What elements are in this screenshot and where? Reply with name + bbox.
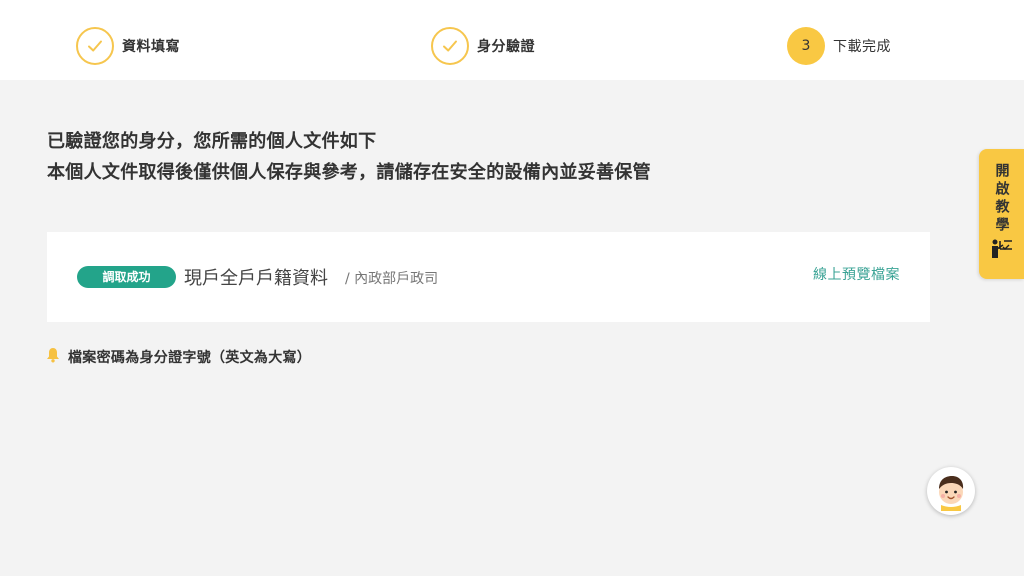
assistant-avatar-icon[interactable] [927, 467, 975, 515]
progress-stepper: 資料填寫 身分驗證 3 下載完成 [0, 0, 1024, 80]
presentation-icon [990, 235, 1014, 263]
check-icon [431, 27, 469, 65]
document-card: 調取成功 現戶全戶戶籍資料 / 內政部戶政司 線上預覽檔案 [47, 232, 930, 322]
status-badge: 調取成功 [77, 266, 176, 288]
document-name: 現戶全戶戶籍資料 [184, 268, 328, 289]
verified-text: 已驗證您的身分，您所需的個人文件如下 [47, 131, 377, 152]
tutorial-label: 開啟教學 [993, 163, 1010, 235]
check-icon [76, 27, 114, 65]
open-tutorial-button[interactable]: 開啟教學 [979, 149, 1024, 279]
step-label: 下載完成 [833, 39, 891, 55]
step-identity-verify: 身分驗證 [431, 27, 535, 65]
step-label: 資料填寫 [122, 39, 180, 55]
document-source: / 內政部戶政司 [345, 271, 439, 287]
verification-message: 已驗證您的身分，您所需的個人文件如下 本個人文件取得後僅供個人保存與參考，請儲存… [47, 126, 651, 188]
step-number: 3 [787, 27, 825, 65]
preview-file-link[interactable]: 線上預覽檔案 [813, 264, 900, 284]
bell-icon [46, 347, 60, 367]
step-label: 身分驗證 [477, 39, 535, 55]
step-download-complete: 3 下載完成 [787, 27, 891, 65]
storage-advice-text: 本個人文件取得後僅供個人保存與參考，請儲存在安全的設備內並妥善保管 [47, 162, 651, 183]
step-fill-data: 資料填寫 [76, 27, 180, 65]
password-notice: 檔案密碼為身分證字號（英文為大寫） [46, 347, 311, 367]
password-notice-text: 檔案密碼為身分證字號（英文為大寫） [68, 350, 312, 366]
